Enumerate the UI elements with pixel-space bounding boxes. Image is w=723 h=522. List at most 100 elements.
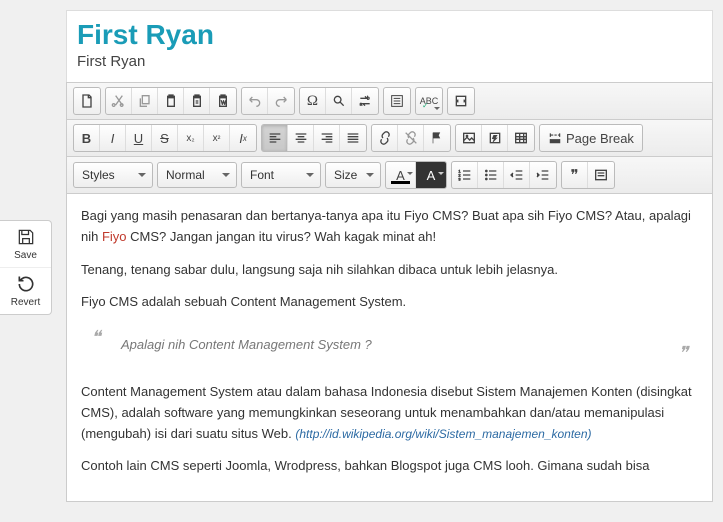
redo-icon bbox=[273, 93, 289, 109]
table-icon bbox=[513, 130, 529, 146]
selectall-button[interactable] bbox=[384, 88, 410, 114]
page-subtitle: First Ryan bbox=[77, 53, 702, 70]
svg-text:3: 3 bbox=[458, 176, 461, 181]
align-left-icon bbox=[267, 130, 283, 146]
side-toolbar: Save Revert bbox=[0, 220, 52, 315]
revert-button[interactable]: Revert bbox=[0, 268, 51, 314]
image-button[interactable] bbox=[456, 125, 482, 151]
paste-button[interactable] bbox=[158, 88, 184, 114]
revert-icon bbox=[16, 274, 36, 294]
paste-text-icon bbox=[189, 93, 205, 109]
toolbar-row-3: Styles Normal Font Size A A 123 ❞ bbox=[67, 157, 712, 194]
svg-text:b: b bbox=[367, 96, 370, 101]
image-icon bbox=[461, 130, 477, 146]
paragraph-1: Bagi yang masih penasaran dan bertanya-t… bbox=[81, 206, 698, 248]
align-right-icon bbox=[319, 130, 335, 146]
textcolor-button[interactable]: A bbox=[386, 162, 416, 188]
align-justify-button[interactable] bbox=[340, 125, 366, 151]
save-label: Save bbox=[14, 250, 37, 261]
replace-button[interactable]: ab bbox=[352, 88, 378, 114]
pagebreak-icon bbox=[548, 130, 562, 146]
wiki-link[interactable]: (http://id.wikipedia.org/wiki/Sistem_man… bbox=[295, 427, 591, 441]
editor-content[interactable]: Bagi yang masih penasaran dan bertanya-t… bbox=[67, 194, 712, 501]
align-right-button[interactable] bbox=[314, 125, 340, 151]
spellcheck-button[interactable]: ABC✓ bbox=[416, 88, 442, 114]
removeformat-button[interactable]: Ix bbox=[230, 125, 256, 151]
blockquote: ❝ Apalagi nih Content Management System … bbox=[91, 325, 688, 366]
paste-word-button[interactable]: W bbox=[210, 88, 236, 114]
pagebreak-button[interactable]: Page Break bbox=[540, 125, 642, 151]
align-center-button[interactable] bbox=[288, 125, 314, 151]
page-header: First Ryan First Ryan bbox=[66, 10, 713, 82]
outdent-icon bbox=[509, 167, 525, 183]
main-area: First Ryan First Ryan W Ω ab bbox=[56, 0, 723, 502]
toolbar-row-2: B I U S x₂ x² Ix bbox=[67, 120, 712, 157]
indent-button[interactable] bbox=[530, 162, 556, 188]
red-text: Fiyo bbox=[102, 229, 127, 244]
undo-icon bbox=[247, 93, 263, 109]
align-left-button[interactable] bbox=[262, 125, 288, 151]
replace-icon: ab bbox=[357, 93, 373, 109]
bold-button[interactable]: B bbox=[74, 125, 100, 151]
specialchar-button[interactable]: Ω bbox=[300, 88, 326, 114]
blockquote-button[interactable]: ❞ bbox=[562, 162, 588, 188]
superscript-button[interactable]: x² bbox=[204, 125, 230, 151]
cut-icon bbox=[111, 93, 127, 109]
paste-text-button[interactable] bbox=[184, 88, 210, 114]
toolbar-row-1: W Ω ab ABC✓ bbox=[67, 83, 712, 120]
paragraph-5: Contoh lain CMS seperti Joomla, Wrodpres… bbox=[81, 456, 698, 477]
ol-icon: 123 bbox=[457, 167, 473, 183]
format-select[interactable]: Normal bbox=[157, 162, 237, 188]
paste-word-icon: W bbox=[215, 93, 231, 109]
quote-open-icon: ❝ bbox=[91, 323, 101, 352]
new-page-button[interactable] bbox=[74, 88, 100, 114]
font-select[interactable]: Font bbox=[241, 162, 321, 188]
copy-icon bbox=[137, 93, 153, 109]
editor: W Ω ab ABC✓ B I bbox=[66, 82, 713, 502]
bulletlist-button[interactable] bbox=[478, 162, 504, 188]
unlink-icon bbox=[403, 130, 419, 146]
revert-label: Revert bbox=[11, 297, 40, 308]
paragraph-4: Content Management System atau dalam bah… bbox=[81, 382, 698, 444]
subscript-button[interactable]: x₂ bbox=[178, 125, 204, 151]
paste-icon bbox=[163, 93, 179, 109]
strike-button[interactable]: S bbox=[152, 125, 178, 151]
source-icon bbox=[453, 93, 469, 109]
size-select[interactable]: Size bbox=[325, 162, 381, 188]
link-button[interactable] bbox=[372, 125, 398, 151]
div-button[interactable] bbox=[588, 162, 614, 188]
bgcolor-button[interactable]: A bbox=[416, 162, 446, 188]
div-icon bbox=[593, 167, 609, 183]
save-button[interactable]: Save bbox=[0, 221, 51, 268]
cut-button[interactable] bbox=[106, 88, 132, 114]
table-button[interactable] bbox=[508, 125, 534, 151]
search-icon bbox=[331, 93, 347, 109]
redo-button[interactable] bbox=[268, 88, 294, 114]
page-title: First Ryan bbox=[77, 19, 702, 51]
undo-button[interactable] bbox=[242, 88, 268, 114]
indent-icon bbox=[535, 167, 551, 183]
link-icon bbox=[377, 130, 393, 146]
page-icon bbox=[79, 93, 95, 109]
copy-button[interactable] bbox=[132, 88, 158, 114]
align-justify-icon bbox=[345, 130, 361, 146]
paragraph-2: Tenang, tenang sabar dulu, langsung saja… bbox=[81, 260, 698, 281]
flash-button[interactable] bbox=[482, 125, 508, 151]
flash-icon bbox=[487, 130, 503, 146]
anchor-button[interactable] bbox=[424, 125, 450, 151]
svg-text:a: a bbox=[360, 102, 363, 107]
unlink-button[interactable] bbox=[398, 125, 424, 151]
source-button[interactable] bbox=[448, 88, 474, 114]
find-button[interactable] bbox=[326, 88, 352, 114]
quote-close-icon: ❞ bbox=[678, 339, 688, 368]
ul-icon bbox=[483, 167, 499, 183]
selectall-icon bbox=[389, 93, 405, 109]
flag-icon bbox=[429, 130, 445, 146]
align-center-icon bbox=[293, 130, 309, 146]
styles-select[interactable]: Styles bbox=[73, 162, 153, 188]
numberlist-button[interactable]: 123 bbox=[452, 162, 478, 188]
outdent-button[interactable] bbox=[504, 162, 530, 188]
paragraph-3: Fiyo CMS adalah sebuah Content Managemen… bbox=[81, 292, 698, 313]
underline-button[interactable]: U bbox=[126, 125, 152, 151]
italic-button[interactable]: I bbox=[100, 125, 126, 151]
